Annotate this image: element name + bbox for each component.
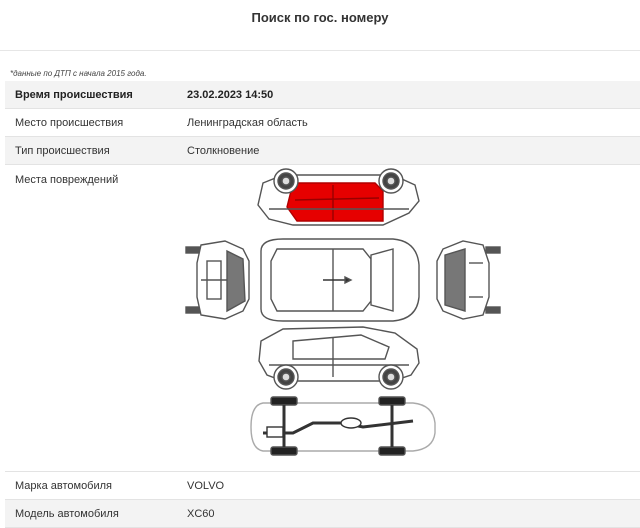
row-label: Тип происшествия [5,136,177,165]
table-row-type: Тип происшествия Столкновение [5,136,640,165]
car-underbody-view [250,396,436,456]
car-top-view [260,238,420,322]
car-right-side-view [258,326,420,390]
table-row-time: Время происшествия 23.02.2023 14:50 [5,81,640,109]
row-label: Место происшествия [5,108,177,137]
row-value: Столкновение [177,136,640,165]
table-row-place: Место происшествия Ленинградская область [5,108,640,137]
car-damage-scheme [185,168,501,456]
data-note: *данные по ДТП с начала 2015 года. [10,69,147,78]
table-row-brand: Марка автомобиля VOLVO [5,471,640,500]
row-label: Модель автомобиля [5,499,177,528]
damage-diagram [183,165,503,457]
row-label: Время происшествия [5,81,177,109]
page-header: Поиск по гос. номеру [0,0,640,51]
table-row-model: Модель автомобиля XC60 [5,499,640,528]
row-label: Места повреждений [5,164,177,472]
row-label: Марка автомобиля [5,471,177,500]
row-value: XC60 [177,499,640,528]
row-value: Ленинградская область [177,108,640,137]
car-left-side-view [257,168,420,226]
row-value: VOLVO [177,471,640,500]
car-rear-view [436,240,501,320]
page-title: Поиск по гос. номеру [251,10,389,25]
damaged-zone-doors [286,182,384,222]
row-value: 23.02.2023 14:50 [177,81,640,109]
car-front-view [185,240,250,320]
